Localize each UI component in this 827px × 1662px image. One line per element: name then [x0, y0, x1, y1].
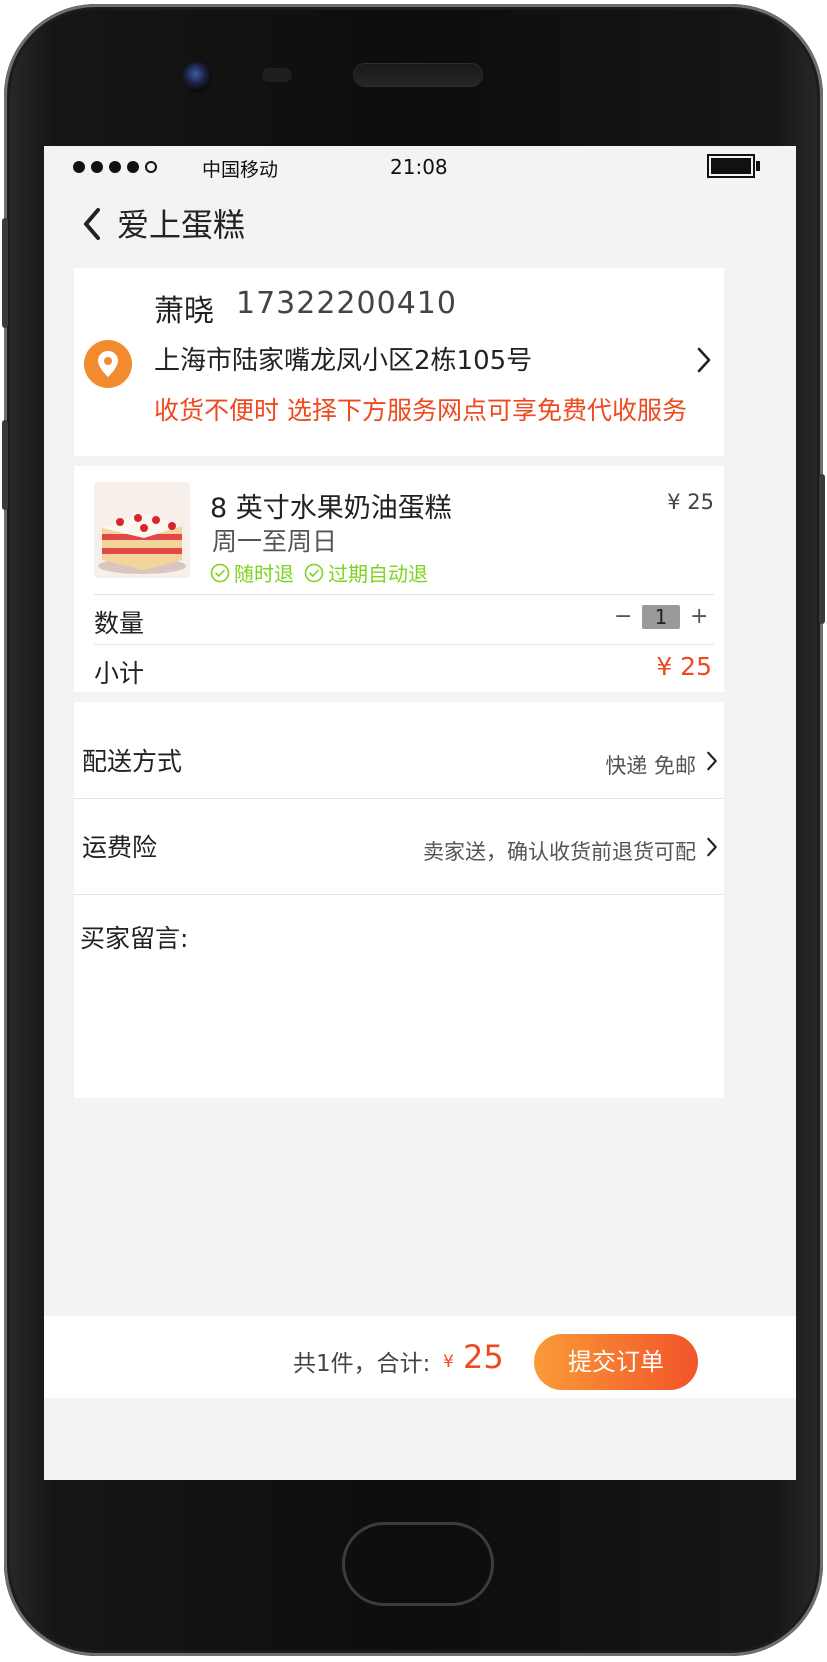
chevron-right-icon — [707, 837, 717, 857]
product-price: ¥ 25 — [667, 490, 714, 514]
product-schedule: 周一至周日 — [212, 527, 338, 556]
service-badges: 随时退 过期自动退 — [210, 558, 428, 587]
chevron-right-icon — [697, 347, 711, 373]
battery-icon — [707, 154, 755, 178]
insurance-label: 运费险 — [82, 833, 158, 862]
power-button — [819, 474, 825, 624]
proximity-sensor — [262, 68, 292, 82]
battery-tip — [756, 161, 760, 171]
recipient-phone: 17322200410 — [236, 286, 457, 321]
quantity-stepper: − 1 + — [614, 604, 708, 629]
product-title: 8 英寸水果奶油蛋糕 — [210, 493, 452, 524]
nav-bar: 爱上蛋糕 — [44, 186, 796, 264]
quantity-minus-button[interactable]: − — [614, 604, 632, 629]
product-image — [94, 482, 190, 578]
delivery-address: 上海市陆家嘴龙凤小区2栋105号 — [154, 346, 533, 376]
divider — [94, 644, 714, 645]
insurance-value: 卖家送，确认收货前退货可配 — [423, 840, 696, 864]
badge-auto-refund: 过期自动退 — [304, 558, 428, 587]
location-pin-icon — [84, 340, 132, 388]
product-card: 8 英寸水果奶油蛋糕 周一至周日 ¥ 25 随时退 过期自动退 数量 − 1 +… — [74, 466, 724, 692]
address-card[interactable]: 萧晓 17322200410 上海市陆家嘴龙凤小区2栋105号 收货不便时 选择… — [74, 268, 724, 456]
message-label: 买家留言: — [80, 924, 189, 953]
order-summary: 共1件，合计: — [293, 1351, 431, 1377]
order-options-card: 配送方式 快递 免邮 运费险 卖家送，确认收货前退货可配 买家留言: — [74, 702, 724, 1098]
side-button — [2, 420, 8, 510]
carrier-name: 中国移动 — [202, 159, 279, 181]
signal-icon — [73, 161, 157, 173]
status-bar: 中国移动 21:08 — [44, 146, 796, 186]
subtotal-value: ¥ 25 — [656, 652, 712, 681]
currency-symbol: ¥ — [443, 1352, 454, 1372]
badge-refund-anytime: 随时退 — [210, 558, 294, 587]
phone-frame: 中国移动 21:08 爱上蛋糕 萧晓 17322200410 上海市陆家嘴龙凤小… — [2, 4, 825, 1656]
home-button[interactable] — [342, 1522, 494, 1606]
earpiece-speaker — [354, 64, 482, 86]
recipient-name: 萧晓 — [154, 294, 214, 329]
app-screen: 中国移动 21:08 爱上蛋糕 萧晓 17322200410 上海市陆家嘴龙凤小… — [44, 146, 796, 1480]
check-circle-icon — [304, 563, 324, 582]
quantity-value[interactable]: 1 — [642, 604, 680, 629]
quantity-plus-button[interactable]: + — [690, 604, 708, 629]
chevron-right-icon — [707, 751, 717, 771]
volume-button — [2, 218, 8, 328]
back-arrow-icon[interactable] — [74, 204, 114, 244]
badge-label: 随时退 — [234, 562, 294, 586]
collection-notice: 收货不便时 选择下方服务网点可享免费代收服务 — [154, 396, 687, 425]
checkout-bar: 共1件，合计: ¥ 25 提交订单 — [44, 1316, 796, 1398]
status-time: 21:08 — [390, 155, 448, 179]
shipping-label: 配送方式 — [82, 747, 183, 776]
page-title: 爱上蛋糕 — [117, 206, 246, 244]
divider — [74, 798, 724, 799]
quantity-label: 数量 — [94, 609, 145, 638]
check-circle-icon — [210, 563, 230, 582]
shipping-value: 快递 免邮 — [605, 754, 696, 778]
buyer-message-field[interactable]: 买家留言: — [74, 895, 724, 1098]
badge-label: 过期自动退 — [328, 562, 428, 586]
submit-order-button[interactable]: 提交订单 — [534, 1334, 698, 1390]
divider — [94, 594, 714, 595]
subtotal-label: 小计 — [94, 659, 145, 688]
order-total: 25 — [463, 1338, 504, 1376]
front-camera — [182, 62, 212, 92]
